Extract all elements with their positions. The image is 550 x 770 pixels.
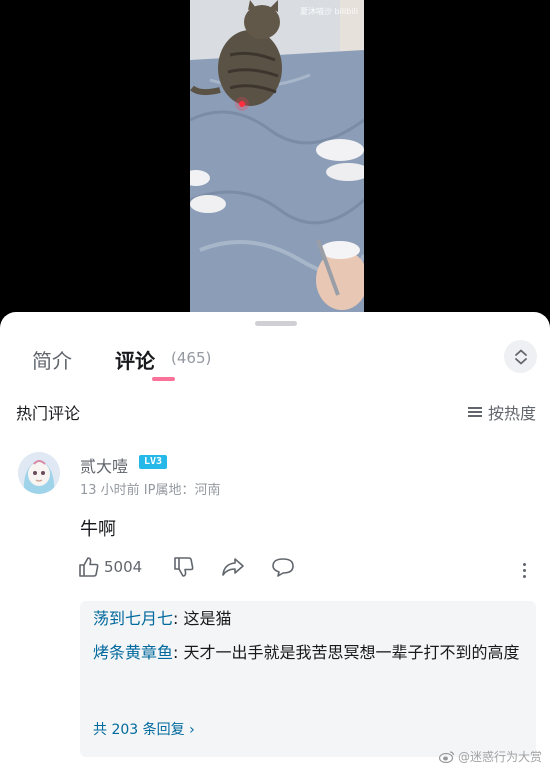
active-tab-indicator <box>152 377 175 381</box>
comment-meta: 13 小时前 IP属地：河南 <box>80 483 221 498</box>
reply-text: : 这是猫 <box>173 609 232 628</box>
comments-sheet: 简介 评论 (465) 热门评论 按热度 贰大噎 LV3 13 小时前 IP属地… <box>0 312 550 770</box>
sort-lines-icon <box>467 406 482 418</box>
weibo-logo-icon <box>438 751 455 763</box>
view-all-replies-link[interactable]: 共 203 条回复 › <box>93 719 195 739</box>
reply-username[interactable]: 荡到七月七 <box>93 609 173 628</box>
hot-comments-title: 热门评论 <box>16 404 81 423</box>
video-player[interactable]: 夏沐喵沙 bilibili <box>0 0 550 318</box>
video-still <box>190 0 364 318</box>
hot-comments-header: 热门评论 按热度 <box>0 400 550 424</box>
video-watermark: 夏沐喵沙 bilibili <box>299 7 358 16</box>
reply-button[interactable] <box>271 556 295 578</box>
sort-label: 按热度 <box>487 404 536 423</box>
comment-username[interactable]: 贰大噎 <box>80 453 128 477</box>
like-count: 5004 <box>104 558 143 576</box>
chat-bubble-icon <box>272 558 294 577</box>
sheet-grabber[interactable] <box>255 321 297 326</box>
collapse-button[interactable] <box>504 340 537 373</box>
comment-actions: 5004 <box>78 556 538 584</box>
reply-item[interactable]: 荡到七月七: 这是猫 <box>93 606 523 632</box>
more-icon[interactable] <box>518 559 530 581</box>
chevron-up-down-icon <box>514 349 527 364</box>
level-badge: LV3 <box>139 455 167 469</box>
like-button[interactable]: 5004 <box>78 556 142 578</box>
sort-button[interactable]: 按热度 <box>467 400 536 424</box>
dislike-button[interactable] <box>173 556 195 578</box>
comment-text: 牛啊 <box>80 519 116 540</box>
avatar[interactable] <box>18 452 60 494</box>
share-button[interactable] <box>221 556 245 578</box>
video-frame[interactable]: 夏沐喵沙 bilibili <box>190 0 364 318</box>
comment-count: (465) <box>171 349 212 367</box>
share-icon <box>222 558 244 576</box>
tab-bar: 简介 评论 (465) <box>0 340 550 390</box>
replies-box[interactable]: 荡到七月七: 这是猫 烤条黄章鱼: 天才一出手就是我苦思冥想一辈子打不到的高度 … <box>80 601 536 757</box>
tab-intro[interactable]: 简介 <box>32 345 72 374</box>
weibo-watermark: @迷惑行为大赏 <box>438 748 542 765</box>
reply-username[interactable]: 烤条黄章鱼 <box>93 643 173 662</box>
reply-item[interactable]: 烤条黄章鱼: 天才一出手就是我苦思冥想一辈子打不到的高度 <box>93 640 523 666</box>
thumbs-up-icon <box>79 557 99 577</box>
tab-comments[interactable]: 评论 <box>115 345 155 374</box>
weibo-handle: @迷惑行为大赏 <box>457 750 542 764</box>
reply-text: : 天才一出手就是我苦思冥想一辈子打不到的高度 <box>173 643 520 662</box>
avatar-image <box>18 452 60 494</box>
thumbs-down-icon <box>174 557 194 577</box>
